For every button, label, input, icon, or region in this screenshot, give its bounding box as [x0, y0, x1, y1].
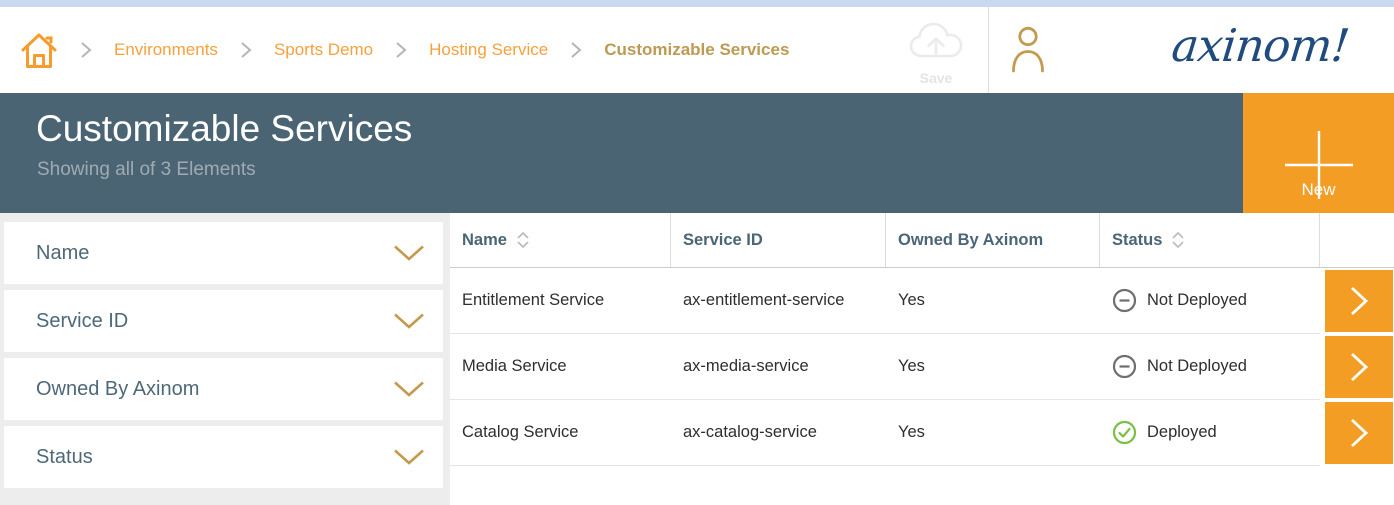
filter-accordion-owned-by-axinom[interactable]: Owned By Axinom: [4, 358, 443, 420]
cell-name: Media Service: [450, 334, 671, 400]
column-header-label: Name: [462, 231, 507, 250]
chevron-down-icon: [393, 381, 425, 398]
open-row-button[interactable]: [1325, 402, 1393, 464]
filter-label: Name: [36, 242, 89, 265]
column-header-name[interactable]: Name: [450, 213, 671, 267]
column-header-label: Service ID: [683, 231, 763, 250]
chevron-right-icon: [1348, 351, 1370, 383]
table-row: Entitlement Service ax-entitlement-servi…: [450, 268, 1394, 334]
breadcrumb-separator-icon: [79, 40, 93, 60]
open-row-button[interactable]: [1325, 336, 1393, 398]
minus-circle-icon: [1112, 354, 1137, 379]
status-text: Not Deployed: [1147, 291, 1247, 310]
cell-status: Not Deployed: [1100, 334, 1320, 400]
open-row-button[interactable]: [1325, 270, 1393, 332]
breadcrumb: Environments Sports Demo Hosting Service…: [20, 7, 789, 93]
breadcrumb-separator-icon: [394, 40, 408, 60]
column-header-label: Status: [1112, 231, 1162, 250]
column-header-label: Owned By Axinom: [898, 231, 1043, 250]
check-circle-icon: [1112, 420, 1137, 445]
cell-owned-by-axinom: Yes: [886, 334, 1100, 400]
breadcrumb-item-sports-demo[interactable]: Sports Demo: [274, 40, 373, 60]
new-button[interactable]: New: [1243, 93, 1394, 213]
status-text: Deployed: [1147, 423, 1217, 442]
breadcrumb-separator-icon: [569, 40, 583, 60]
cell-owned-by-axinom: Yes: [886, 268, 1100, 334]
result-count-text: Showing all of 3 Elements: [37, 159, 256, 181]
filter-sidebar: Name Service ID Owned By Axinom: [0, 213, 450, 505]
minus-circle-icon: [1112, 288, 1137, 313]
cell-actions: [1320, 400, 1394, 466]
chevron-down-icon: [393, 449, 425, 466]
cell-service-id: ax-entitlement-service: [671, 268, 886, 334]
breadcrumb-item-hosting-service[interactable]: Hosting Service: [429, 40, 548, 60]
cell-actions: [1320, 334, 1394, 400]
cell-status: Deployed: [1100, 400, 1320, 466]
column-header-service-id: Service ID: [671, 213, 886, 267]
cell-name: Entitlement Service: [450, 268, 671, 334]
filter-label: Status: [36, 446, 93, 469]
save-button[interactable]: Save: [903, 21, 969, 86]
services-table: Name Service ID Owned By Axinom Status: [450, 213, 1394, 505]
breadcrumb-item-current: Customizable Services: [604, 40, 789, 60]
topbar-divider: [988, 7, 989, 93]
cell-service-id: ax-media-service: [671, 334, 886, 400]
topbar: Environments Sports Demo Hosting Service…: [0, 7, 1394, 93]
new-button-label: New: [1243, 180, 1394, 200]
status-text: Not Deployed: [1147, 357, 1247, 376]
sort-chevrons-icon: [1171, 231, 1185, 249]
chevron-down-icon: [393, 245, 425, 262]
person-icon: [1011, 26, 1045, 74]
filter-accordion-name[interactable]: Name: [4, 222, 443, 284]
breadcrumb-item-environments[interactable]: Environments: [114, 40, 218, 60]
chevron-down-icon: [393, 313, 425, 330]
column-header-status[interactable]: Status: [1100, 213, 1320, 267]
filter-label: Owned By Axinom: [36, 378, 199, 401]
user-account-button[interactable]: [1011, 26, 1045, 79]
filter-label: Service ID: [36, 310, 128, 333]
top-accent-strip: [0, 0, 1394, 7]
content-area: Name Service ID Owned By Axinom: [0, 213, 1394, 505]
table-header-row: Name Service ID Owned By Axinom Status: [450, 213, 1394, 268]
sort-chevrons-icon: [516, 231, 530, 249]
page-header: Customizable Services Showing all of 3 E…: [0, 93, 1394, 213]
table-row: Catalog Service ax-catalog-service Yes D…: [450, 400, 1394, 466]
save-button-label: Save: [903, 70, 969, 86]
filter-accordion-status[interactable]: Status: [4, 426, 443, 488]
axinom-logo: axinom!: [1169, 19, 1351, 72]
chevron-right-icon: [1348, 285, 1370, 317]
filter-accordion-service-id[interactable]: Service ID: [4, 290, 443, 352]
breadcrumb-separator-icon: [239, 40, 253, 60]
page-title: Customizable Services: [36, 108, 412, 150]
cell-status: Not Deployed: [1100, 268, 1320, 334]
cell-name: Catalog Service: [450, 400, 671, 466]
home-icon[interactable]: [20, 30, 58, 70]
column-header-owned-by-axinom: Owned By Axinom: [886, 213, 1100, 267]
cell-actions: [1320, 268, 1394, 334]
chevron-right-icon: [1348, 417, 1370, 449]
table-row: Media Service ax-media-service Yes Not D…: [450, 334, 1394, 400]
cell-owned-by-axinom: Yes: [886, 400, 1100, 466]
cell-service-id: ax-catalog-service: [671, 400, 886, 466]
cloud-upload-icon: [908, 21, 964, 63]
column-header-actions: [1320, 213, 1394, 267]
